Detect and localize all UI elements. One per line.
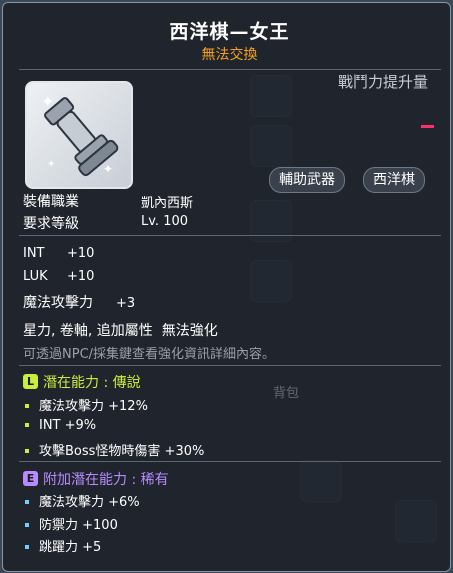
stat-key: INT — [23, 246, 45, 261]
chess-queen-icon: ✦ ✦ ✦ — [41, 92, 119, 177]
potential-title: 潛在能力 : 傳說 — [43, 375, 141, 391]
job-label: 裝備職業 — [23, 194, 79, 210]
divider — [19, 235, 441, 236]
legendary-badge: L — [23, 374, 38, 389]
bullet-icon — [25, 403, 29, 408]
additional-potential-line-text: 跳躍力 +5 — [39, 540, 102, 555]
rare-badge: E — [23, 471, 38, 486]
additional-potential-line-text: 防禦力 +100 — [39, 518, 118, 533]
enhancement-hint: 可透過NPC/採集鍵查看強化資訊詳細內容。 — [23, 347, 276, 362]
item-tooltip: 西洋棋—女王 無法交換 ✦ ✦ ✦ 戰鬥力提升量 輔助武器 西洋棋 裝備職業 凱… — [2, 2, 451, 572]
additional-potential-line-text: 魔法攻擊力 +6% — [39, 495, 140, 510]
bullet-icon — [25, 544, 29, 549]
stat-value: +3 — [116, 296, 136, 311]
additional-potential-line: 魔法攻擊力 +6% — [23, 491, 140, 510]
power-indicator — [421, 125, 434, 128]
stat-value: +10 — [67, 246, 95, 261]
stat-value: +10 — [67, 269, 95, 284]
tag-type: 西洋棋 — [363, 167, 425, 193]
level-value: Lv. 100 — [141, 214, 189, 229]
stat-key: LUK — [23, 269, 48, 284]
additional-potential-line: 跳躍力 +5 — [23, 536, 101, 555]
stat-key: 魔法攻擊力 — [23, 295, 93, 311]
potential-line: 攻擊Boss怪物時傷害 +30% — [23, 440, 204, 459]
additional-potential-title: 附加潛在能力 : 稀有 — [43, 472, 169, 488]
svg-text:✦: ✦ — [41, 92, 54, 111]
trade-status: 無法交換 — [201, 47, 258, 63]
svg-text:✦: ✦ — [103, 162, 113, 176]
divider — [19, 461, 441, 462]
job-value: 凱內西斯 — [141, 196, 194, 211]
power-increase-label: 戰鬥力提升量 — [337, 73, 428, 91]
enhancement-traits: 星力, 卷軸, 追加屬性 無法強化 — [23, 323, 218, 339]
stat-magic-attack: 魔法攻擊力 +3 — [23, 292, 135, 312]
bullet-icon — [25, 422, 29, 427]
potential-line: 魔法攻擊力 +12% — [23, 395, 148, 414]
tag-category: 輔助武器 — [269, 167, 345, 193]
divider — [19, 69, 441, 70]
potential-line: INT +9% — [23, 418, 96, 433]
bullet-icon — [25, 448, 29, 453]
svg-text:✦: ✦ — [47, 159, 55, 170]
item-icon-frame: ✦ ✦ ✦ — [25, 81, 133, 189]
bullet-icon — [25, 499, 29, 504]
potential-line-text: INT +9% — [39, 418, 97, 433]
item-name: 西洋棋—女王 — [169, 21, 290, 43]
level-label: 要求等級 — [23, 216, 79, 232]
background-inventory-tab: 背包 — [273, 386, 300, 401]
potential-line-text: 攻擊Boss怪物時傷害 +30% — [39, 444, 205, 459]
bullet-icon — [25, 522, 29, 527]
divider — [19, 365, 441, 366]
stat-int: INT +10 — [23, 246, 94, 261]
stat-luk: LUK +10 — [23, 269, 94, 284]
additional-potential-line: 防禦力 +100 — [23, 514, 118, 533]
potential-line-text: 魔法攻擊力 +12% — [39, 399, 148, 414]
